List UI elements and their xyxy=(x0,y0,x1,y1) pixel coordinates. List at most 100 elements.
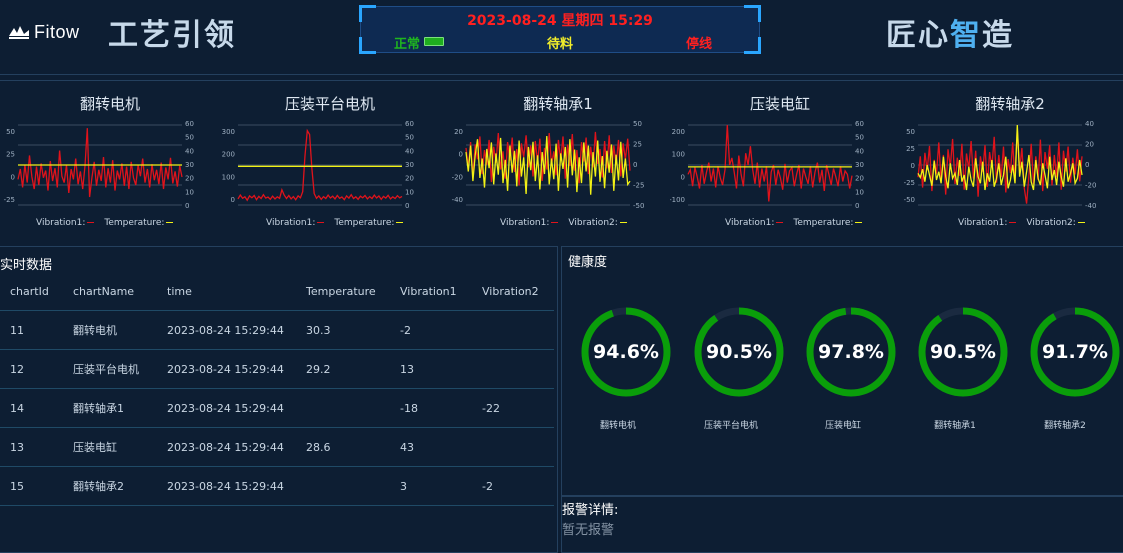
series-line-vibration1 xyxy=(687,124,853,202)
y2-tick-label: 0 xyxy=(1085,161,1089,169)
alarm-panel xyxy=(561,496,1123,553)
y2-tick-label: 30 xyxy=(855,161,864,169)
datetime: 2023-08-24 星期四 15:29 xyxy=(467,13,653,29)
y2-tick-label: 30 xyxy=(405,161,414,169)
cell-vibration1: 3 xyxy=(400,466,482,506)
column-header: Temperature xyxy=(306,273,400,311)
cell-time: 2023-08-24 15:29:44 xyxy=(167,466,306,506)
status-box: 2023-08-24 星期四 15:29 正常 待料 停线 xyxy=(359,5,761,54)
cell-vibration2 xyxy=(482,427,554,467)
fitow-logo: Fitow xyxy=(8,18,98,46)
cell-chartname: 翻转轴承1 xyxy=(73,388,167,428)
y-tick-label: 25 xyxy=(906,145,915,153)
cell-temperature: 29.2 xyxy=(306,349,400,389)
alarm-text: 暂无报警 xyxy=(562,523,615,538)
column-header: chartName xyxy=(73,273,167,311)
y2-tick-label: 40 xyxy=(1085,120,1094,128)
table-row: 15 翻转轴承2 2023-08-24 15:29:44 3 -2 xyxy=(0,466,554,506)
y-tick-label: -40 xyxy=(452,196,463,204)
cell-chartid: 11 xyxy=(0,310,73,350)
series-line-vibration1 xyxy=(17,128,183,198)
y2-tick-label: 30 xyxy=(185,161,194,169)
y2-tick-label: 60 xyxy=(185,120,194,128)
chart-3: 翻转轴承1 20 0 -20 -40 50 25 0 -25 -50 Vibration1: Vi… xyxy=(448,80,668,240)
y2-tick-label: 20 xyxy=(1085,141,1094,149)
y-tick-label: -25 xyxy=(4,196,15,204)
chart-legend: Vibration1: Temperature: xyxy=(725,218,872,228)
y2-tick-label: 20 xyxy=(185,175,194,183)
y2-tick-label: 0 xyxy=(855,202,859,210)
y-tick-label: 0 xyxy=(681,173,685,181)
brand-name: Fitow xyxy=(34,21,80,42)
cell-chartname: 翻转轴承2 xyxy=(73,466,167,506)
chart-svg: 50 25 0 -25 60 50 40 30 20 10 0 xyxy=(4,120,194,210)
alarm-title: 报警详情: xyxy=(562,503,619,518)
cell-vibration2: -22 xyxy=(482,388,554,428)
gauge-value: 97.8% xyxy=(818,341,884,363)
y2-tick-label: 50 xyxy=(633,120,642,128)
chart-legend: Vibration1: Temperature: xyxy=(36,218,183,228)
y-tick-label: -20 xyxy=(452,173,463,181)
health-title: 健康度 xyxy=(568,255,608,270)
cell-chartid: 15 xyxy=(0,466,73,506)
y2-tick-label: -40 xyxy=(1085,202,1096,210)
logo-icon xyxy=(9,26,29,39)
gauge-label: 压装平台电机 xyxy=(703,421,758,431)
chart-1: 翻转电机 50 25 0 -25 60 50 40 30 20 10 0 Vibration1: Te… xyxy=(0,80,220,240)
cell-chartid: 14 xyxy=(0,388,73,428)
chart-svg: 50 25 0 -25 -50 40 20 0 -20 -40 xyxy=(904,120,1097,210)
y-tick-label: 50 xyxy=(6,128,15,136)
table-header-row: chartId chartName time Temperature Vibra… xyxy=(0,273,554,311)
header-divider xyxy=(0,74,1123,75)
cell-chartname: 翻转电机 xyxy=(73,310,167,350)
y2-tick-label: 60 xyxy=(855,120,864,128)
health-gauge: 97.8% xyxy=(804,305,898,399)
realtime-table: chartId chartName time Temperature Vibra… xyxy=(0,273,554,506)
gauge-value: 94.6% xyxy=(593,341,659,363)
cell-time: 2023-08-24 15:29:44 xyxy=(167,427,306,467)
chart-svg: 20 0 -20 -40 50 25 0 -25 -50 xyxy=(452,120,645,210)
table-row: 14 翻转轴承1 2023-08-24 15:29:44 -18 -22 xyxy=(0,388,554,428)
y2-tick-label: 0 xyxy=(185,202,189,210)
gauge-value: 91.7% xyxy=(1042,341,1108,363)
chart-legend: Vibration1: Vibration2: xyxy=(958,218,1095,228)
y2-tick-label: -20 xyxy=(1085,182,1096,190)
cell-chartname: 压装平台电机 xyxy=(73,349,167,389)
cell-vibration2: -2 xyxy=(482,466,554,506)
health-gauge: 90.5% xyxy=(916,305,1010,399)
y2-tick-label: 50 xyxy=(185,134,194,142)
cell-chartname: 压装电缸 xyxy=(73,427,167,467)
cell-vibration2 xyxy=(482,310,554,350)
y2-tick-label: 10 xyxy=(185,188,194,196)
status-normal-indicator xyxy=(424,37,444,46)
y-tick-label: 300 xyxy=(222,128,235,136)
y2-tick-label: 40 xyxy=(405,147,414,155)
cell-vibration1: -18 xyxy=(400,388,482,428)
gauge-value: 90.5% xyxy=(706,341,772,363)
realtime-title: 实时数据 xyxy=(0,258,53,273)
column-header: Vibration1 xyxy=(400,273,482,311)
title-right-b: 智 xyxy=(950,18,982,53)
title-right-a: 匠心 xyxy=(886,18,950,53)
chart-2: 压装平台电机 300 200 100 0 60 50 40 30 20 10 0 Vibration… xyxy=(220,80,440,240)
status-waiting: 待料 xyxy=(547,37,574,52)
legend-item-1: Vibration1: xyxy=(266,218,316,228)
cell-vibration1: -2 xyxy=(400,310,482,350)
legend-item-2: Vibration2: xyxy=(568,218,618,228)
gauge-value: 90.5% xyxy=(930,341,996,363)
legend-item-1: Vibration1: xyxy=(725,218,775,228)
gauge-label: 压装电缸 xyxy=(824,421,861,431)
chart-4: 压装电缸 200 100 0 -100 60 50 40 30 20 10 0 Vibration1… xyxy=(670,80,890,240)
y-tick-label: 100 xyxy=(222,173,235,181)
y-tick-label: 20 xyxy=(454,128,463,136)
cell-vibration1: 13 xyxy=(400,349,482,389)
chart-svg: 30020010006050403020100 xyxy=(222,120,414,210)
health-gauge: 90.5% xyxy=(692,305,786,399)
chart-legend: Vibration1: Vibration2: xyxy=(500,218,637,228)
y-tick-label: 0 xyxy=(911,162,915,170)
cell-temperature xyxy=(306,466,400,506)
gauge-label: 翻转轴承2 xyxy=(1044,421,1086,431)
chart-svg: 2001000-1006050403020100 xyxy=(670,120,864,210)
cell-chartid: 13 xyxy=(0,427,73,467)
legend-item-2: Temperature: xyxy=(334,218,395,228)
